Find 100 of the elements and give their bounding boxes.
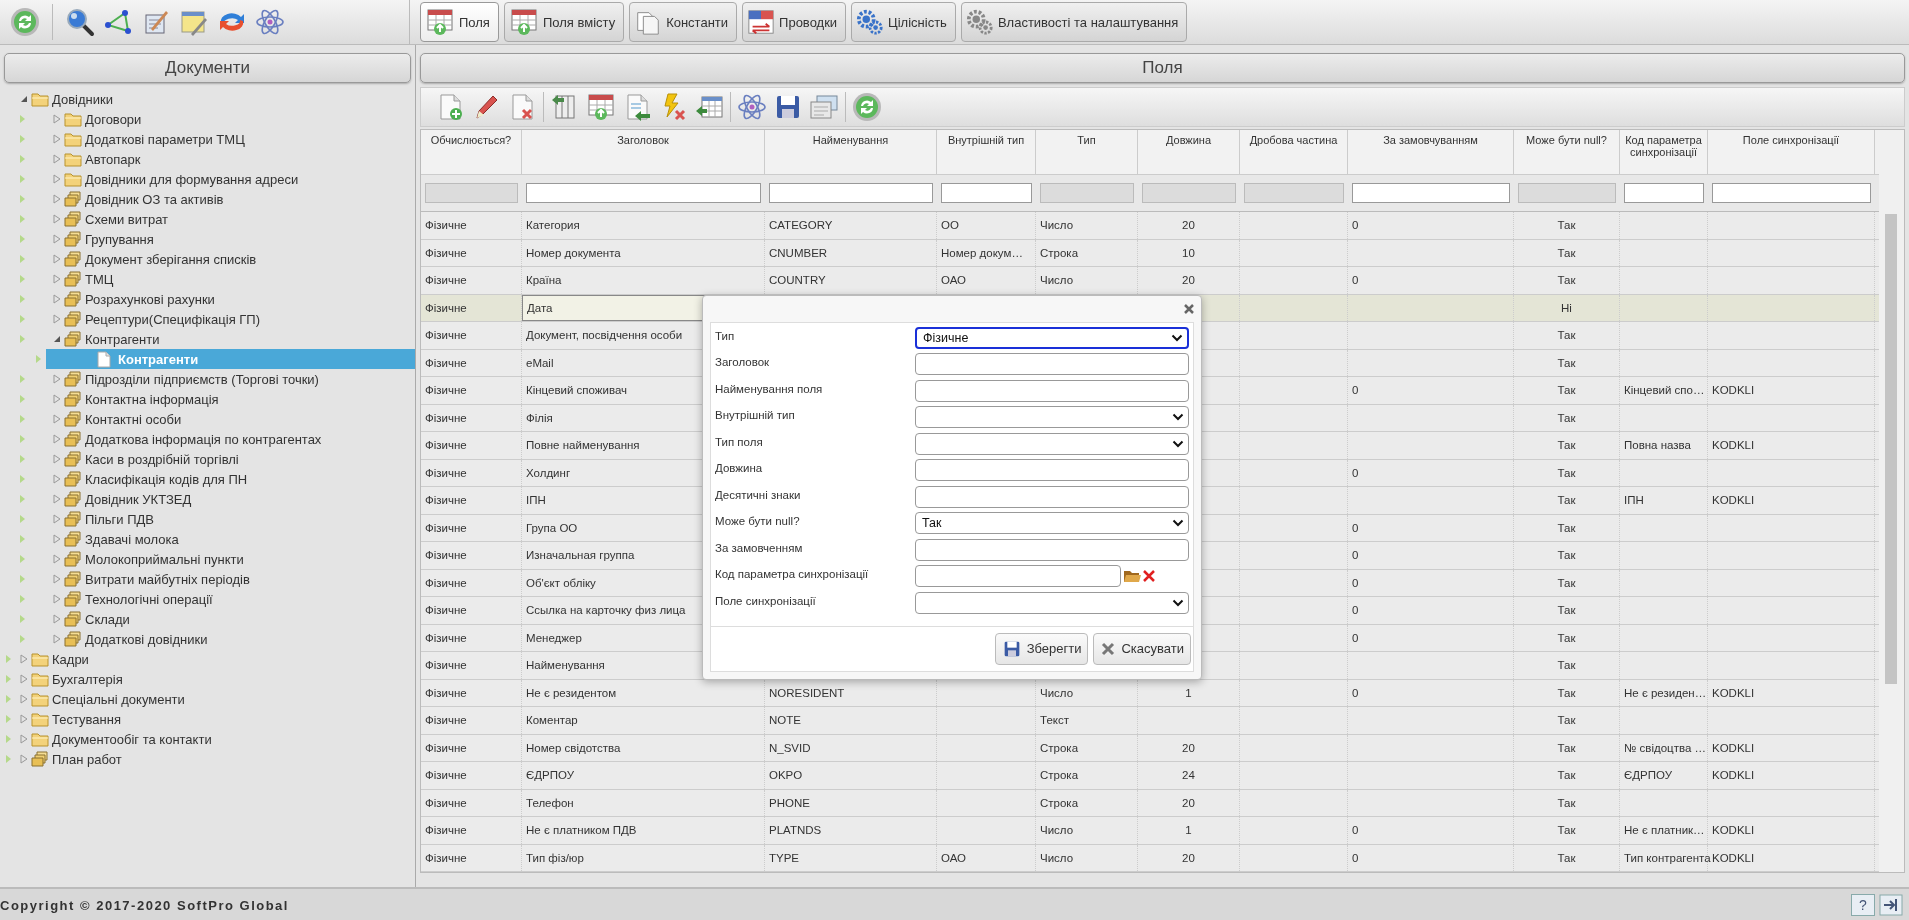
table-cell: Повне найменування <box>526 439 640 452</box>
tree-item-label: Додаткова інформація по контрагентах <box>84 431 322 447</box>
table-cell: Число <box>1040 274 1074 287</box>
tree-item-label: Додаткові параметри ТМЦ <box>84 131 245 147</box>
table-cell: Фізичне <box>425 576 467 589</box>
table-cell: Число <box>1040 824 1074 837</box>
table-cell: Тип контрагента <box>1624 851 1711 864</box>
tree-item-label: Довідник УКТЗЕД <box>84 491 192 507</box>
table-cell: Так <box>1557 769 1576 782</box>
table-cell: Так <box>1557 576 1576 589</box>
table-cell: Номер документа <box>526 246 621 259</box>
table-cell: KODKLI <box>1712 741 1755 754</box>
table-cell: Фізичне <box>425 219 467 232</box>
table-cell: Кінцевий споживач <box>526 384 628 397</box>
table-cell: 0 <box>1352 604 1359 617</box>
table-cell: Строка <box>1040 246 1079 259</box>
table-cell: ОО <box>941 219 959 232</box>
table-cell: PHONE <box>769 796 810 809</box>
table-cell: KODKLI <box>1712 494 1755 507</box>
table-cell: Так <box>1557 851 1576 864</box>
field-label: Тип <box>715 328 736 342</box>
table-cell: Група ОО <box>526 521 578 534</box>
table-cell: Фізичне <box>425 549 467 562</box>
table-cell: Так <box>1557 741 1576 754</box>
tree-item-label: Групування <box>84 231 154 247</box>
table-cell: Дата <box>527 301 553 314</box>
tree-item-label: Здавачі молока <box>84 531 179 547</box>
tree-item-label: Тестування <box>51 711 121 727</box>
tree-item-label: Технологічні операції <box>84 591 213 607</box>
table-cell: KODKLI <box>1712 439 1755 452</box>
table-cell: Фізичне <box>425 714 467 727</box>
table-cell: KODKLI <box>1712 769 1755 782</box>
tree-item-label: Документ зберігання списків <box>84 251 257 267</box>
table-cell: Ссылка на карточку физ лица <box>526 604 686 617</box>
table-cell: eMail <box>526 356 554 369</box>
panel-title: Поля <box>1142 58 1183 78</box>
tree-item-label: Пільги ПДВ <box>84 511 155 527</box>
table-cell: Телефон <box>526 796 574 809</box>
field-label: Код параметра синхронізації <box>715 567 870 580</box>
table-cell: Фізичне <box>425 521 467 534</box>
table-cell: 20 <box>1182 796 1195 809</box>
table-cell: Фізичне <box>425 329 467 342</box>
table-cell: Так <box>1557 356 1576 369</box>
tree-item-label: Довідник ОЗ та активів <box>84 191 224 207</box>
table-cell: Фізичне <box>425 439 467 452</box>
table-cell: Так <box>1557 466 1576 479</box>
table-cell: 20 <box>1182 274 1195 287</box>
tree-item-label: Документообіг та контакти <box>51 731 212 747</box>
table-cell: 0 <box>1352 274 1359 287</box>
table-cell: 1 <box>1185 824 1192 837</box>
table-cell: 0 <box>1352 851 1359 864</box>
table-cell: Фізичне <box>425 411 467 424</box>
tree-item-label: Договори <box>84 111 142 127</box>
table-cell: Строка <box>1040 796 1079 809</box>
table-cell: Фізичне <box>425 356 467 369</box>
table-cell: 0 <box>1352 384 1359 397</box>
table-cell: Номер докум… <box>941 246 1023 259</box>
table-cell: Фізичне <box>425 769 467 782</box>
table-cell: Фізичне <box>425 301 467 314</box>
table-cell: Так <box>1557 659 1576 672</box>
table-cell: 0 <box>1352 631 1359 644</box>
table-cell: Число <box>1040 219 1074 232</box>
table-cell: KODKLI <box>1712 851 1755 864</box>
tree-item-label: Витрати майбутніх періодів <box>84 571 250 587</box>
field-label: Заголовок <box>715 355 771 368</box>
table-cell: 0 <box>1352 576 1359 589</box>
tree-item-label: Довідники для формування адреси <box>84 171 299 187</box>
table-cell: Коментар <box>526 714 578 727</box>
table-cell: 0 <box>1352 824 1359 837</box>
tree-item-label: Розрахункові рахунки <box>84 291 215 307</box>
table-cell: Холдинг <box>526 466 571 479</box>
tree-item-label: Контрагенти <box>84 331 160 347</box>
table-cell: 0 <box>1352 686 1359 699</box>
table-cell: Фізичне <box>425 796 467 809</box>
table-cell: Так <box>1557 714 1576 727</box>
table-cell: Фізичне <box>425 274 467 287</box>
table-cell: Фізичне <box>425 604 467 617</box>
field-label: Десятичні знаки <box>715 487 802 501</box>
table-cell: Так <box>1557 796 1576 809</box>
tree-item-label: Молокоприймальні пункти <box>84 551 244 567</box>
table-cell: Фізичне <box>425 246 467 259</box>
tree-item-label: Бухгалтерія <box>51 671 123 687</box>
table-cell: Тип фіз/юр <box>526 851 584 864</box>
field-label: Може бути null? <box>715 514 801 527</box>
table-cell: NORESIDENT <box>769 686 845 699</box>
tree-item-label: Додаткові довідники <box>84 631 208 647</box>
copyright-text: Copyright © 2017-2020 SoftPro Global <box>0 897 289 913</box>
field-label: Найменування поля <box>715 381 824 395</box>
table-cell: Так <box>1557 549 1576 562</box>
tree-item-label: Підрозділи підприємств (Торгові точки) <box>84 371 319 387</box>
table-cell: Строка <box>1040 769 1079 782</box>
table-cell: 0 <box>1352 521 1359 534</box>
table-cell: Текст <box>1040 714 1069 727</box>
table-cell: Так <box>1557 329 1576 342</box>
tree-item-label: Класифікація кодів для ПН <box>84 471 248 487</box>
table-cell: ЄДРПОУ <box>1624 769 1672 782</box>
table-cell: Об'єкт обліку <box>526 576 596 589</box>
tree-item-label: План работ <box>51 751 122 767</box>
table-cell: 20 <box>1182 219 1195 232</box>
table-cell: Не є резиден… <box>1624 686 1707 699</box>
